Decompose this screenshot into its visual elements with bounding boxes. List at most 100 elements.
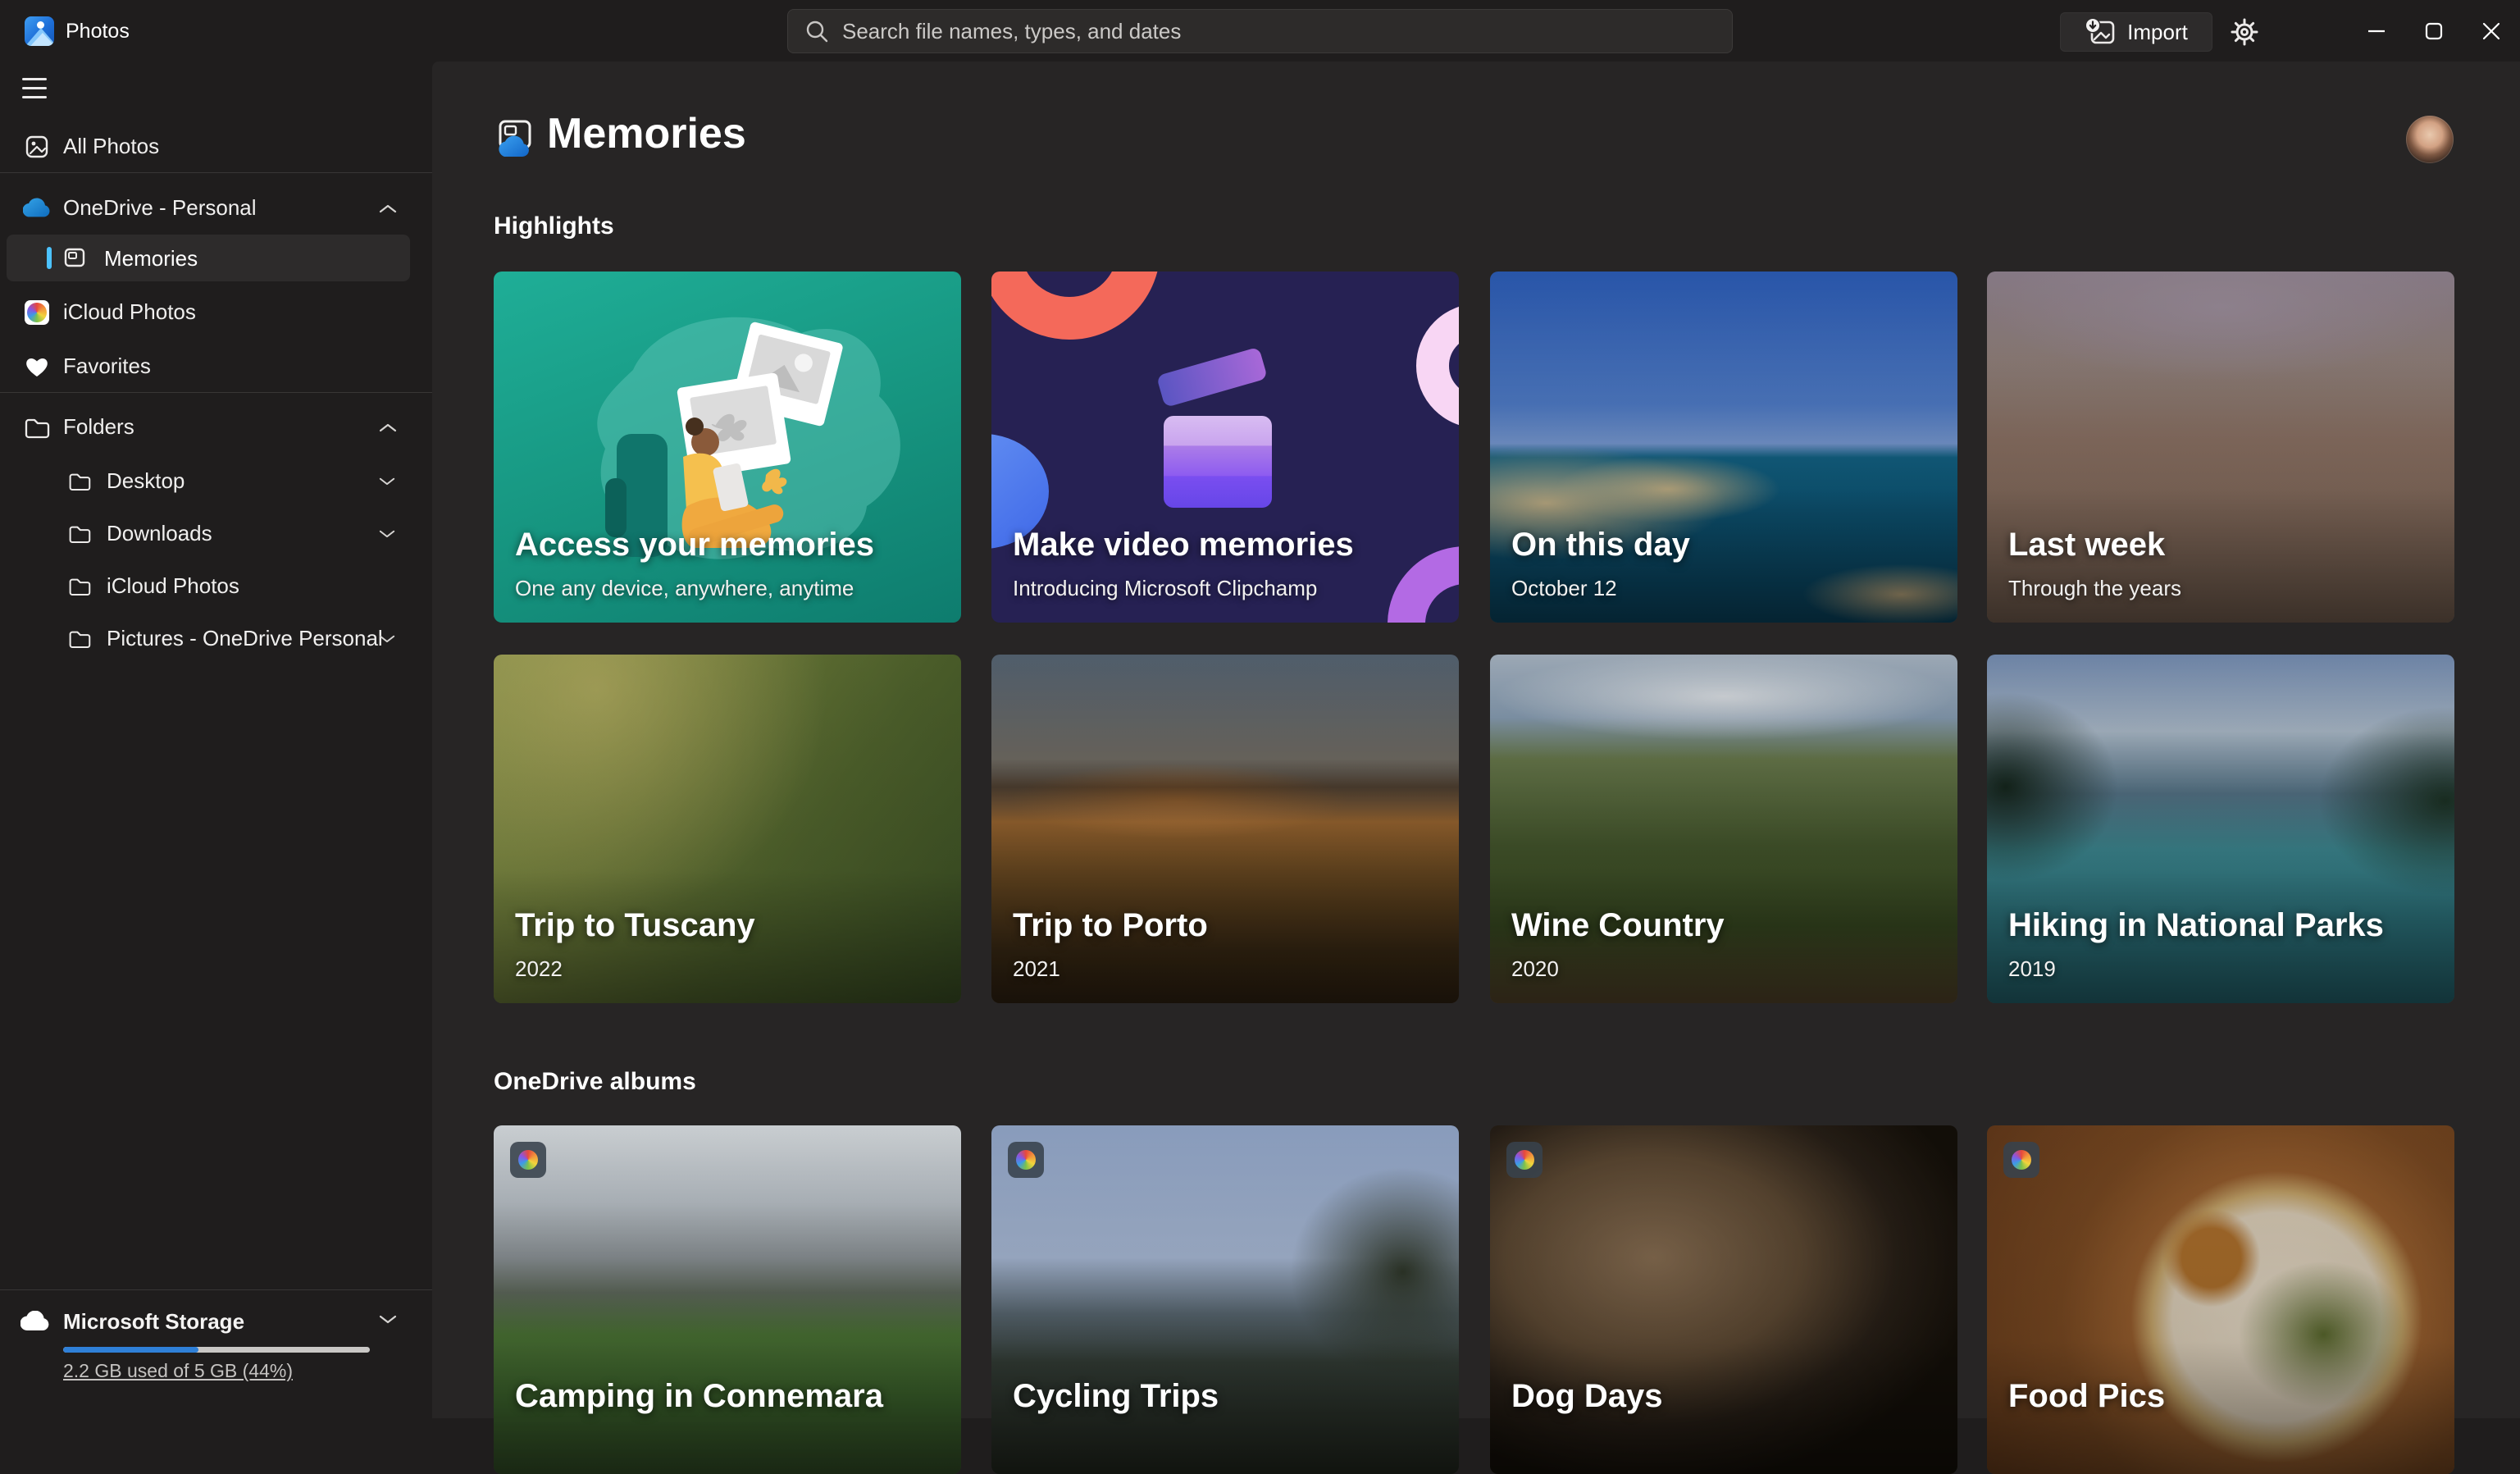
memory-card-make-video-memories[interactable]: Make video memories Introducing Microsof…: [991, 272, 1459, 623]
close-button[interactable]: [2463, 0, 2520, 62]
heart-icon: [23, 353, 51, 381]
account-avatar[interactable]: [2406, 116, 2454, 163]
storage-title: Microsoft Storage: [63, 1309, 245, 1334]
album-card-food-pics[interactable]: Food Pics: [1987, 1125, 2454, 1474]
sidebar-item-onedrive-personal[interactable]: OneDrive - Personal: [0, 185, 432, 231]
search-input[interactable]: [842, 18, 1695, 44]
sidebar-folder-desktop[interactable]: Desktop: [0, 458, 432, 504]
card-title: Access your memories: [515, 527, 875, 563]
title-bar: Photos Import: [0, 0, 2520, 62]
chevron-down-icon[interactable]: [379, 477, 395, 486]
minimize-button[interactable]: [2348, 0, 2405, 62]
card-title: On this day: [1511, 527, 1690, 563]
card-subtitle: Through the years: [2008, 576, 2182, 600]
memory-card-trip-to-tuscany[interactable]: Trip to Tuscany 2022: [494, 655, 961, 1003]
album-badge: [510, 1142, 546, 1178]
card-shade: [991, 655, 1459, 1003]
album-card-cycling-trips[interactable]: Cycling Trips: [991, 1125, 1459, 1474]
album-card-dog-days[interactable]: Dog Days: [1490, 1125, 1957, 1474]
sidebar-item-icloud-photos[interactable]: iCloud Photos: [0, 289, 432, 335]
card-title: Hiking in National Parks: [2008, 907, 2384, 943]
memory-card-trip-to-porto[interactable]: Trip to Porto 2021: [991, 655, 1459, 1003]
sidebar-item-all-photos[interactable]: All Photos: [0, 123, 432, 170]
sidebar-item-favorites[interactable]: Favorites: [0, 343, 432, 390]
storage-progress-bar: [63, 1347, 370, 1353]
card-shade: [494, 655, 961, 1003]
sidebar-item-memories-selected[interactable]: Memories: [7, 235, 410, 281]
memories-icon: [62, 244, 89, 272]
card-title: Wine Country: [1511, 907, 1725, 943]
onedrive-cloud-icon: [23, 194, 51, 222]
sidebar-folder-downloads[interactable]: Downloads: [0, 510, 432, 557]
microsoft-storage-panel: Microsoft Storage 2.2 GB used of 5 GB (4…: [0, 1307, 432, 1418]
card-title: Camping in Connemara: [515, 1378, 883, 1414]
sidebar-separator: [0, 1289, 432, 1290]
main-content: Memories Highlights Access your memories…: [432, 62, 2520, 1474]
card-subtitle: Introducing Microsoft Clipchamp: [1013, 576, 1318, 600]
settings-button[interactable]: [2219, 8, 2270, 56]
import-button-label: Import: [2127, 19, 2188, 44]
card-title: Dog Days: [1511, 1378, 1663, 1414]
card-subtitle: 2020: [1511, 956, 1559, 981]
sidebar-folder-label: iCloud Photos: [107, 573, 239, 598]
chevron-down-icon[interactable]: [379, 634, 395, 643]
icloud-photos-icon: [23, 299, 51, 326]
memory-card-last-week[interactable]: Last week Through the years: [1987, 272, 2454, 623]
sidebar-item-label: Memories: [104, 246, 198, 271]
album-card-camping-in-connemara[interactable]: Camping in Connemara: [494, 1125, 961, 1474]
card-title: Last week: [2008, 527, 2166, 563]
card-title: Trip to Tuscany: [515, 907, 755, 943]
photos-app-icon: [25, 16, 54, 46]
album-pinwheel-icon: [1515, 1150, 1534, 1170]
storage-bar-fill: [63, 1347, 198, 1353]
memory-card-hiking-in-national-parks[interactable]: Hiking in National Parks 2019: [1987, 655, 2454, 1003]
storage-usage-link[interactable]: 2.2 GB used of 5 GB (44%): [63, 1360, 293, 1382]
selection-accent-bar: [47, 247, 52, 269]
clipchamp-illustration: [991, 272, 1459, 623]
card-shade: [1987, 1125, 2454, 1474]
sidebar-folder-label: Downloads: [107, 521, 212, 545]
all-photos-icon: [23, 133, 51, 161]
minimize-icon: [2368, 30, 2385, 32]
sidebar-group-folders[interactable]: Folders: [0, 404, 432, 450]
app-title: Photos: [66, 20, 130, 43]
card-title: Food Pics: [2008, 1378, 2166, 1414]
navigation-menu-button[interactable]: [11, 67, 57, 108]
sidebar-item-label: OneDrive - Personal: [63, 195, 257, 220]
card-subtitle: 2021: [1013, 956, 1060, 981]
album-pinwheel-icon: [1016, 1150, 1036, 1170]
folder-icon: [66, 520, 93, 548]
search-box[interactable]: [787, 9, 1733, 53]
card-title: Cycling Trips: [1013, 1378, 1219, 1414]
section-label-onedrive-albums: OneDrive albums: [494, 1068, 696, 1095]
sidebar-item-label: All Photos: [63, 134, 160, 158]
folder-icon: [66, 573, 93, 600]
chevron-up-icon[interactable]: [379, 203, 397, 213]
album-badge: [1506, 1142, 1543, 1178]
section-label-highlights: Highlights: [494, 212, 614, 240]
sidebar-folder-pictures-onedrive[interactable]: Pictures - OneDrive Personal: [0, 615, 432, 662]
card-subtitle: 2019: [2008, 956, 2056, 981]
folder-icon: [66, 625, 93, 653]
memories-page-icon: [494, 119, 538, 160]
album-pinwheel-icon: [518, 1150, 538, 1170]
sidebar-separator: [0, 172, 432, 173]
album-badge: [2003, 1142, 2039, 1178]
maximize-button[interactable]: [2405, 0, 2463, 62]
chevron-up-icon[interactable]: [379, 422, 397, 432]
memory-card-on-this-day[interactable]: On this day October 12: [1490, 272, 1957, 623]
sidebar-separator: [0, 392, 432, 393]
card-shade: [1987, 272, 2454, 623]
chevron-down-icon[interactable]: [379, 1314, 397, 1324]
memory-card-access-your-memories[interactable]: Access your memories One any device, any…: [494, 272, 961, 623]
chevron-down-icon[interactable]: [379, 529, 395, 538]
import-button[interactable]: Import: [2060, 12, 2212, 52]
hamburger-icon: [22, 71, 47, 105]
card-subtitle: One any device, anywhere, anytime: [515, 576, 854, 600]
memory-card-wine-country[interactable]: Wine Country 2020: [1490, 655, 1957, 1003]
card-shade: [1490, 655, 1957, 1003]
folder-icon: [23, 413, 51, 441]
album-badge: [1008, 1142, 1044, 1178]
sidebar-folder-icloud-photos[interactable]: iCloud Photos: [0, 563, 432, 609]
card-title: Make video memories: [1013, 527, 1354, 563]
